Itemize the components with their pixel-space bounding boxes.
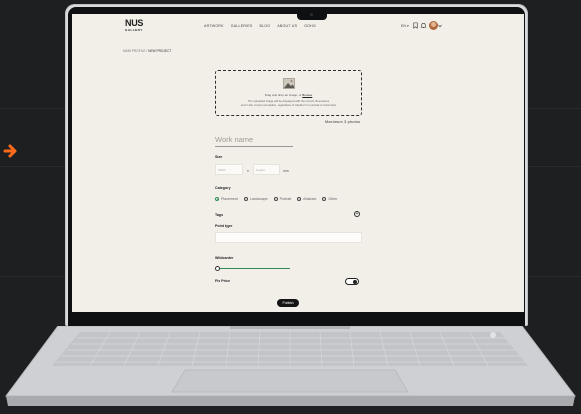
category-option-other[interactable]: Other bbox=[322, 197, 337, 201]
bookmark-icon[interactable] bbox=[412, 22, 419, 29]
radio-icon bbox=[215, 197, 219, 201]
slider-track bbox=[217, 267, 290, 269]
language-select[interactable]: EN ▾ bbox=[401, 24, 409, 28]
wildcard-slider[interactable] bbox=[215, 265, 290, 271]
category-option-abstract[interactable]: Abstract bbox=[297, 197, 316, 201]
category-option-placement[interactable]: Placement bbox=[215, 197, 238, 201]
radio-icon bbox=[322, 197, 327, 201]
bell-icon[interactable] bbox=[420, 22, 427, 29]
nav-link-about[interactable]: ABOUT US bbox=[277, 24, 297, 28]
slider-handle[interactable] bbox=[215, 265, 220, 271]
avatar[interactable] bbox=[429, 21, 438, 30]
image-icon bbox=[283, 78, 295, 89]
browse-link[interactable]: Browse bbox=[302, 93, 312, 97]
nav-link-artwork[interactable]: ARTWORK bbox=[204, 24, 224, 28]
unit-label: mm bbox=[283, 169, 289, 173]
laptop-lid: NUS GALLERY ARTWORK GALLERIES BLOG ABOUT… bbox=[65, 4, 528, 326]
category-label: Category bbox=[215, 186, 231, 190]
dropzone-note: The uploaded image will be displayed wit… bbox=[240, 99, 337, 107]
category-option-landscape[interactable]: Landscape bbox=[243, 197, 268, 201]
work-name-input[interactable]: Work name bbox=[215, 135, 293, 147]
max-photos-text: Maximum 3 photos bbox=[325, 120, 361, 124]
arrow-right-icon bbox=[3, 144, 17, 158]
logo[interactable]: NUS GALLERY bbox=[125, 19, 143, 33]
publish-button[interactable]: Publish bbox=[277, 299, 299, 307]
size-label: Size bbox=[215, 155, 223, 159]
dropzone-text: Drag and drop an image, or Browse bbox=[264, 93, 313, 97]
point-type-label: Point type bbox=[215, 224, 233, 228]
screen-bezel: NUS GALLERY ARTWORK GALLERIES BLOG ABOUT… bbox=[68, 7, 525, 326]
nav-link-extra[interactable]: GOHG bbox=[304, 24, 316, 28]
breadcrumb-parent[interactable]: MAIN PROFILE bbox=[123, 49, 146, 53]
camera-notch bbox=[297, 10, 327, 20]
width-input[interactable]: Width bbox=[215, 164, 243, 175]
radio-icon bbox=[243, 197, 248, 201]
radio-icon bbox=[273, 197, 278, 201]
wildcard-label: Wildcarder bbox=[215, 256, 234, 260]
fix-price-toggle[interactable] bbox=[345, 278, 359, 285]
nav-links: ARTWORK GALLERIES BLOG ABOUT US GOHG bbox=[204, 24, 316, 28]
breadcrumb-current: NEW PROJECT bbox=[148, 49, 172, 53]
image-dropzone[interactable]: Drag and drop an image, or Browse The up… bbox=[215, 70, 362, 116]
tags-label: Tags bbox=[215, 213, 224, 217]
breadcrumb: MAIN PROFILE / NEW PROJECT bbox=[123, 49, 172, 53]
category-radio-group: Placement Landscape Portrait Abstract Ot… bbox=[215, 197, 337, 201]
category-option-portrait[interactable]: Portrait bbox=[273, 197, 291, 201]
nav-link-blog[interactable]: BLOG bbox=[259, 24, 270, 28]
times-sign: x bbox=[247, 169, 249, 173]
laptop-keyboard-base bbox=[5, 326, 577, 406]
add-tag-button[interactable]: + bbox=[354, 211, 360, 217]
fix-price-label: Fix Price bbox=[215, 279, 230, 283]
chevron-down-icon[interactable] bbox=[438, 24, 442, 28]
height-input[interactable]: Height bbox=[253, 164, 280, 175]
point-type-input[interactable] bbox=[215, 232, 362, 243]
radio-icon bbox=[297, 197, 302, 201]
screen: NUS GALLERY ARTWORK GALLERIES BLOG ABOUT… bbox=[72, 14, 524, 312]
nav-link-galleries[interactable]: GALLERIES bbox=[231, 24, 253, 28]
